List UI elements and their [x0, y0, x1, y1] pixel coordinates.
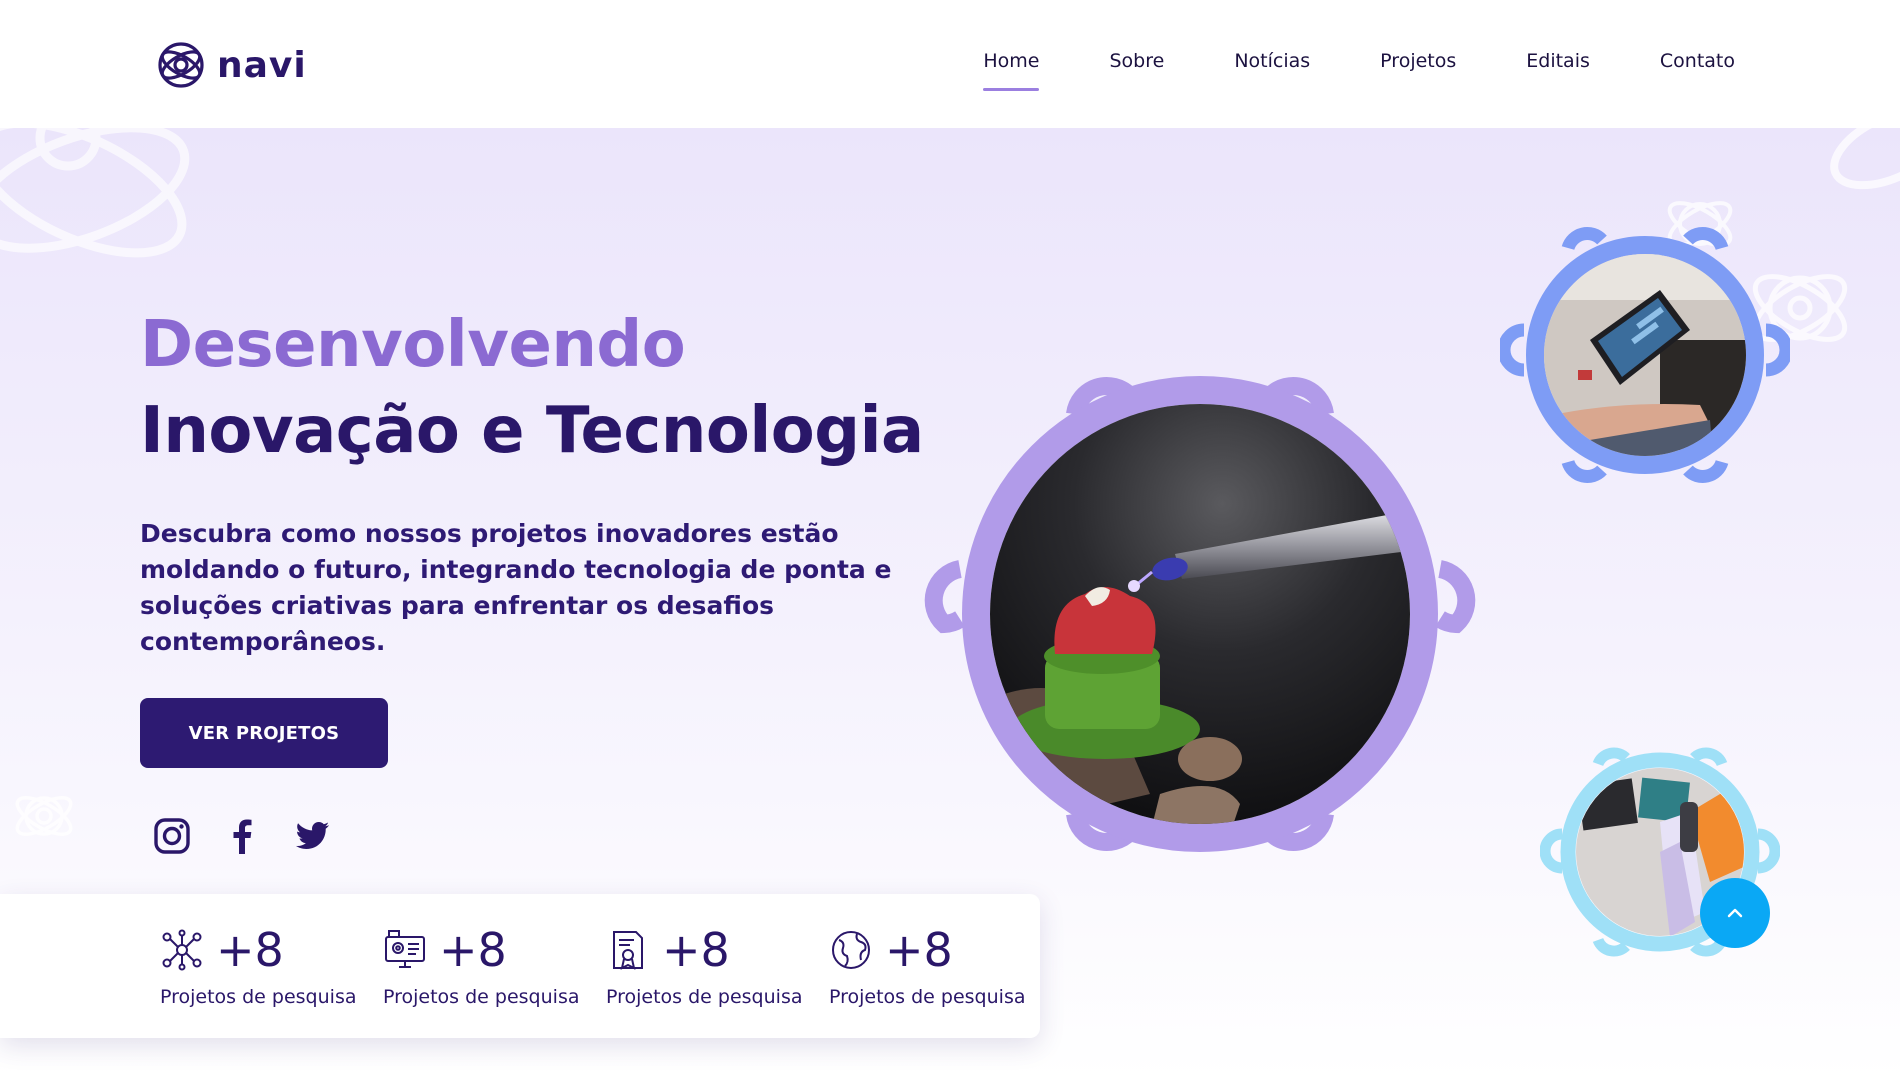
- scroll-to-top-button[interactable]: [1700, 878, 1770, 948]
- nav-editais[interactable]: Editais: [1491, 50, 1625, 72]
- globe-icon: [832, 931, 870, 969]
- stat-item: +8 Projetos de pesquisa: [829, 922, 1039, 1008]
- instagram-icon[interactable]: [152, 816, 192, 856]
- hero-section: Desenvolvendo Inovação e Tecnologia Desc…: [0, 128, 1900, 1080]
- logo[interactable]: navi: [155, 40, 307, 90]
- nav-noticias[interactable]: Notícias: [1199, 50, 1345, 72]
- stat-value: +8: [216, 923, 284, 977]
- decorative-atom-icon: [15, 796, 73, 836]
- nav-contato[interactable]: Contato: [1625, 50, 1770, 72]
- stat-item: +8 Projetos de pesquisa: [383, 922, 593, 1008]
- nav-projetos[interactable]: Projetos: [1345, 50, 1491, 72]
- document-award-icon: [613, 931, 643, 970]
- stat-value: +8: [439, 923, 507, 977]
- stat-item: +8 Projetos de pesquisa: [160, 922, 370, 1008]
- stat-label: Projetos de pesquisa: [606, 986, 803, 1008]
- facebook-icon[interactable]: [222, 816, 262, 856]
- stat-value: +8: [662, 923, 730, 977]
- decorative-atom-icon: [1830, 128, 1900, 190]
- headline-highlight: Desenvolvendo: [140, 308, 686, 382]
- logo-text: navi: [217, 44, 307, 86]
- main-nav: Home Sobre Notícias Projetos Editais Con…: [948, 50, 1770, 91]
- tablet-photo-frame: [1500, 227, 1790, 483]
- twitter-icon[interactable]: [292, 816, 332, 856]
- hero-description: Descubra como nossos projetos inovadores…: [140, 519, 892, 656]
- ver-projetos-button[interactable]: VER PROJETOS: [140, 698, 388, 768]
- chevron-up-icon: [1727, 908, 1743, 918]
- nav-sobre[interactable]: Sobre: [1074, 50, 1199, 72]
- stat-label: Projetos de pesquisa: [829, 986, 1026, 1008]
- main-photo-frame: [924, 376, 1476, 852]
- stats-card: +8 Projetos de pesquisa +8 Projetos de p…: [0, 894, 1040, 1038]
- monitor-gear-icon: [385, 930, 425, 968]
- nav-home[interactable]: Home: [948, 50, 1074, 91]
- decorative-atom-icon: [0, 128, 190, 258]
- logo-mark-icon: [158, 42, 204, 88]
- social-links: [152, 816, 332, 856]
- stat-label: Projetos de pesquisa: [383, 986, 580, 1008]
- stat-value: +8: [885, 923, 953, 977]
- network-icon: [162, 929, 202, 971]
- stat-label: Projetos de pesquisa: [160, 986, 357, 1008]
- headline-title: Inovação e Tecnologia: [140, 394, 924, 468]
- site-header: navi Home Sobre Notícias Projetos Editai…: [0, 0, 1900, 128]
- stat-item: +8 Projetos de pesquisa: [606, 922, 816, 1008]
